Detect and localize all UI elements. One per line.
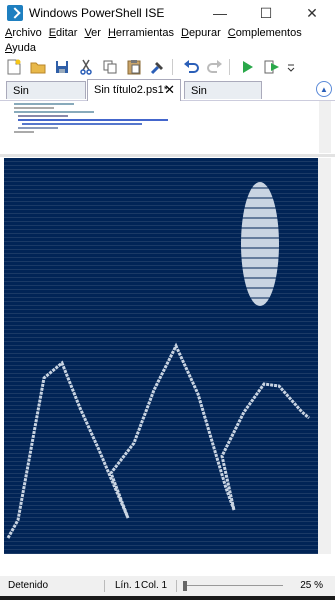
menu-item-a1[interactable]: Editar bbox=[49, 26, 78, 41]
console-pane[interactable] bbox=[4, 158, 331, 554]
powershell-app-icon bbox=[7, 5, 23, 21]
menu-item-a5[interactable]: Complementos bbox=[228, 26, 302, 41]
run-icon[interactable] bbox=[238, 57, 258, 77]
maximize-button[interactable]: ☐ bbox=[243, 0, 289, 26]
close-button[interactable]: ✕ bbox=[289, 0, 335, 26]
menu-row: Archivo Editar Ver Herramientas Depurar Compl… bbox=[0, 26, 335, 41]
menu-item-b0[interactable]: Ayuda bbox=[5, 41, 36, 56]
window-title: Windows PowerShell ISE bbox=[29, 6, 165, 20]
status-text: Detenido bbox=[8, 580, 49, 591]
zoom-level: 25 % bbox=[300, 580, 323, 591]
code-line bbox=[14, 107, 54, 109]
undo-icon[interactable] bbox=[181, 57, 201, 77]
cut-icon[interactable] bbox=[76, 57, 96, 77]
status-separator bbox=[176, 580, 177, 592]
tab-script-1[interactable]: Sin título1.ps1* bbox=[6, 81, 86, 115]
paste-icon[interactable] bbox=[124, 57, 144, 77]
open-folder-icon[interactable] bbox=[28, 57, 48, 77]
pane-splitter[interactable] bbox=[0, 154, 335, 157]
menu-bar: Archivo Editar Ver Herramientas Depurar Compl… bbox=[0, 26, 335, 56]
toolbar-separator bbox=[172, 59, 173, 75]
close-tab-icon[interactable]: ✕ bbox=[164, 80, 175, 100]
menu-item-a3[interactable]: Herramientas bbox=[108, 26, 174, 41]
taskbar bbox=[0, 596, 335, 600]
code-line bbox=[14, 131, 34, 133]
tab-script-2[interactable]: Sin título2.ps1* ✕ bbox=[87, 79, 181, 101]
save-icon[interactable] bbox=[52, 57, 72, 77]
console-ascii-art bbox=[4, 158, 318, 554]
clear-icon[interactable] bbox=[148, 57, 168, 77]
code-line bbox=[14, 111, 94, 113]
minimize-button[interactable]: — bbox=[197, 0, 243, 26]
script-tabs: Sin título1.ps1* Sin título2.ps1* ✕ Sin … bbox=[0, 79, 335, 115]
toolbar-separator bbox=[229, 59, 230, 75]
status-bar: Detenido Lín. 1 Col. 1 25 % bbox=[0, 576, 335, 596]
column-number: Col. 1 bbox=[141, 580, 168, 591]
code-line bbox=[18, 115, 68, 117]
redo-icon[interactable] bbox=[205, 57, 225, 77]
code-line bbox=[22, 123, 142, 125]
copy-icon[interactable] bbox=[100, 57, 120, 77]
zoom-slider[interactable] bbox=[183, 581, 283, 591]
title-bar: Windows PowerShell ISE — ☐ ✕ bbox=[0, 0, 335, 26]
overflow-icon[interactable] bbox=[286, 57, 296, 77]
line-number: Lín. 1 bbox=[115, 580, 141, 591]
menu-item-a0[interactable]: Archivo bbox=[5, 26, 42, 41]
code-line bbox=[18, 127, 58, 129]
tab-script-3[interactable]: Sin título3.ps1* bbox=[184, 81, 262, 115]
script-scrollbar[interactable] bbox=[319, 101, 331, 153]
menu-item-a2[interactable]: Ver bbox=[84, 26, 101, 41]
menu-item-a4[interactable]: Depurar bbox=[181, 26, 221, 41]
chevron-up-icon[interactable]: ▲ bbox=[316, 81, 332, 97]
script-editor[interactable] bbox=[4, 101, 331, 153]
status-separator bbox=[104, 580, 105, 592]
toolbar bbox=[0, 56, 335, 78]
new-file-icon[interactable] bbox=[4, 57, 24, 77]
code-line bbox=[14, 103, 74, 105]
console-scrollbar[interactable] bbox=[318, 158, 331, 554]
tab-label: Sin título2.ps1* bbox=[94, 84, 168, 96]
menu-row: Ayuda bbox=[0, 41, 335, 56]
run-selection-icon[interactable] bbox=[262, 57, 282, 77]
code-line bbox=[18, 119, 168, 121]
